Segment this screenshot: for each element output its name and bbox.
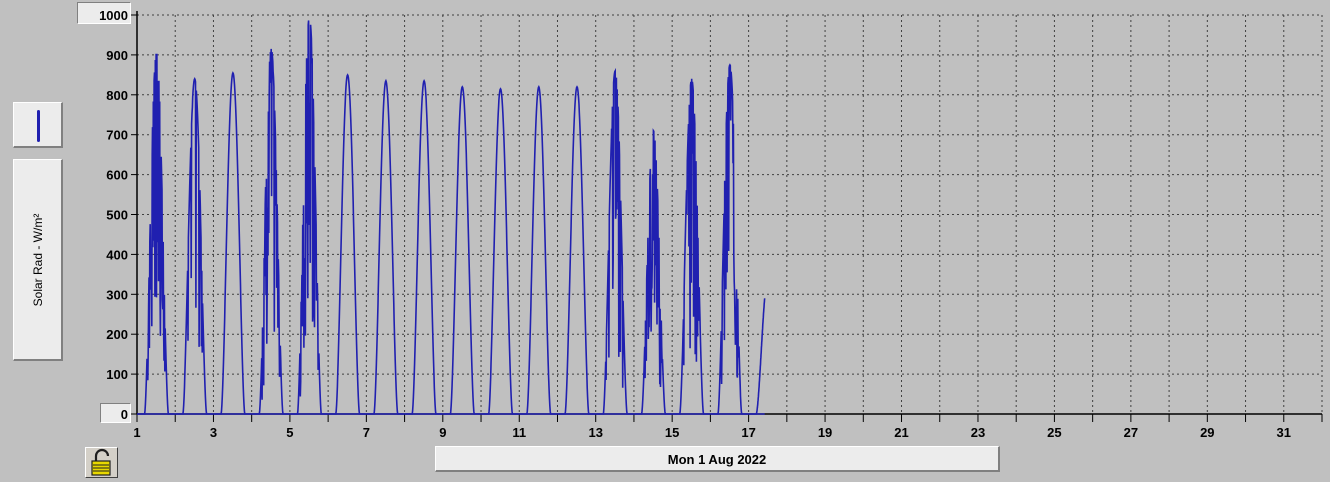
padlock-open-icon xyxy=(91,448,111,476)
series-line-day-4 xyxy=(252,48,290,415)
y-tick-label: 300 xyxy=(106,287,128,302)
date-navigator[interactable]: Mon 1 Aug 2022 xyxy=(435,446,1000,472)
y-tick-label: 100 xyxy=(106,367,128,382)
x-tick-label: 15 xyxy=(665,425,679,440)
series-line-day-17 xyxy=(749,298,766,415)
x-tick-label: 23 xyxy=(971,425,985,440)
solar-radiation-chart: 010020030040050060070080090010001 3 5 7 9 11 1… xyxy=(99,8,1323,440)
x-tick-label: 19 xyxy=(818,425,832,440)
x-tick-label: 7 xyxy=(363,425,370,440)
series-line-day-6 xyxy=(328,73,366,415)
x-tick-label: 11 xyxy=(512,425,526,440)
series-line-day-7 xyxy=(367,78,404,415)
y-tick-label: 600 xyxy=(106,168,128,183)
x-tick-label: 25 xyxy=(1047,425,1061,440)
x-tick-label: 13 xyxy=(588,425,602,440)
series-line-day-10 xyxy=(481,87,519,415)
y-tick-label: 400 xyxy=(106,247,128,262)
x-tick-label: 17 xyxy=(741,425,755,440)
series-line-day-5 xyxy=(290,20,328,415)
chart-series-layer xyxy=(137,20,766,415)
series-line-day-3 xyxy=(214,71,251,415)
series-line-day-14 xyxy=(634,128,672,415)
series-line-day-1 xyxy=(137,53,175,415)
y-tick-label: 200 xyxy=(106,327,128,342)
x-tick-label: 3 xyxy=(210,425,217,440)
x-tick-label: 21 xyxy=(894,425,908,440)
series-line-day-13 xyxy=(596,67,634,415)
y-tick-label: 1000 xyxy=(99,8,128,23)
series-line-day-9 xyxy=(443,85,481,415)
y-tick-label: 0 xyxy=(121,407,128,422)
y-tick-label: 800 xyxy=(106,88,128,103)
y-tick-label: 700 xyxy=(106,128,128,143)
x-tick-label: 31 xyxy=(1277,425,1291,440)
series-line-day-16 xyxy=(711,63,748,415)
lock-button[interactable] xyxy=(85,447,118,478)
series-line-day-15 xyxy=(672,78,710,415)
x-tick-label: 1 xyxy=(133,425,140,440)
y-tick-label: 500 xyxy=(106,208,128,223)
x-tick-label: 9 xyxy=(439,425,446,440)
series-line-day-11 xyxy=(520,85,557,415)
series-line-day-12 xyxy=(558,85,595,415)
x-tick-label: 27 xyxy=(1124,425,1138,440)
series-line-day-2 xyxy=(176,77,213,415)
x-tick-label: 29 xyxy=(1200,425,1214,440)
x-tick-label: 5 xyxy=(286,425,293,440)
series-line-day-8 xyxy=(405,79,442,415)
date-label: Mon 1 Aug 2022 xyxy=(667,452,767,467)
y-tick-label: 900 xyxy=(106,48,128,63)
